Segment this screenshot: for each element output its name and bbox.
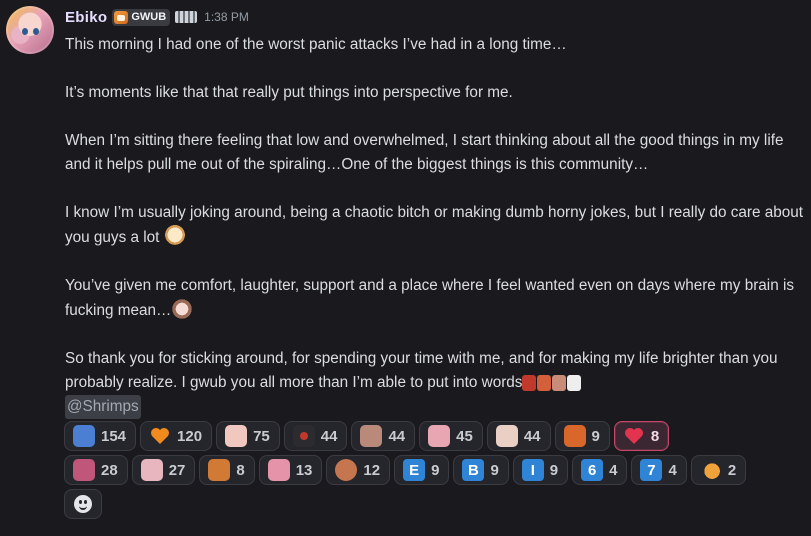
reaction-count: 120 — [177, 427, 203, 445]
user-avatar[interactable] — [6, 6, 54, 54]
sparkle-emote-icon[interactable] — [537, 375, 552, 391]
message-timestamp[interactable]: 1:38 PM — [204, 10, 249, 24]
add-reaction-button[interactable] — [64, 489, 102, 519]
reaction-button-active[interactable]: 8 — [613, 421, 670, 451]
reaction-button[interactable]: 12 — [326, 455, 391, 485]
reaction-button[interactable]: B9 — [453, 455, 509, 485]
message-header: Ebiko GWUB 1:38 PM — [65, 8, 249, 26]
heart-hug-emote-icon — [73, 459, 95, 481]
reaction-count: 2 — [727, 461, 737, 479]
reaction-count: 45 — [456, 427, 473, 445]
reaction-button[interactable]: I9 — [512, 455, 569, 485]
reaction-button[interactable]: 44 — [283, 421, 348, 451]
hug-emoji-icon — [73, 425, 95, 447]
reactions-row — [64, 489, 804, 519]
reaction-count: 9 — [591, 427, 600, 445]
message-paragraph: It’s moments like that that really put t… — [65, 84, 513, 101]
reaction-button[interactable]: 154 — [64, 421, 137, 451]
orange-heart-icon — [149, 425, 171, 447]
reaction-count: 9 — [490, 461, 499, 479]
reaction-count: 44 — [320, 427, 338, 445]
server-tag-label: GWUB — [131, 11, 167, 23]
chibi-emote-icon[interactable] — [552, 375, 567, 391]
reaction-button[interactable]: 28 — [64, 455, 128, 485]
crying-face-emote-icon[interactable] — [171, 298, 194, 320]
message-content: This morning I had one of the worst pani… — [65, 33, 805, 419]
reaction-count: 9 — [431, 461, 440, 479]
letter-b-icon: B — [462, 459, 485, 481]
reaction-button[interactable]: 8 — [199, 455, 255, 485]
avatar-eye — [22, 28, 28, 35]
reaction-button[interactable]: E9 — [394, 455, 450, 485]
message-paragraph: You’ve given me comfort, laughter, suppo… — [65, 274, 805, 323]
reaction-button[interactable]: 74 — [631, 455, 687, 485]
anime-face-emote-icon — [225, 425, 248, 447]
chibi-emote-icon[interactable] — [567, 375, 582, 391]
message-paragraph: When I’m sitting there feeling that low … — [65, 132, 784, 173]
reaction-count: 154 — [101, 427, 127, 445]
username[interactable]: Ebiko — [65, 9, 107, 26]
reactions-row: 28 27 8 13 12 E9 B9 I9 64 74 2 — [64, 455, 804, 485]
red-heart-icon — [623, 425, 645, 447]
reaction-count: 8 — [650, 427, 660, 445]
cookie-face-emote-icon — [335, 459, 358, 481]
cat-girl-emote-icon — [140, 459, 163, 481]
number-7-icon: 7 — [640, 459, 663, 481]
reaction-button[interactable]: 13 — [258, 455, 323, 485]
message-paragraph: So thank you for sticking around, for sp… — [65, 347, 805, 419]
chibi-emote-icon — [360, 425, 383, 447]
reaction-count: 44 — [388, 427, 406, 445]
profile-badge-icon[interactable] — [175, 11, 198, 23]
shrimp-emote-icon — [699, 459, 722, 481]
number-6-icon: 6 — [581, 459, 604, 481]
reaction-button[interactable]: 27 — [131, 455, 196, 485]
reaction-button[interactable]: 64 — [572, 455, 628, 485]
avatar-eye — [33, 28, 39, 35]
reaction-count: 12 — [363, 461, 381, 479]
user-mention[interactable]: @Shrimps — [65, 395, 141, 419]
reaction-button[interactable]: 9 — [554, 421, 610, 451]
smiley-icon — [74, 495, 92, 513]
reaction-count: 27 — [168, 461, 186, 479]
reaction-count: 4 — [668, 461, 677, 479]
reaction-button[interactable]: 2 — [690, 455, 747, 485]
pink-cat-emote-icon — [267, 459, 290, 481]
reaction-button[interactable]: 44 — [351, 421, 416, 451]
sparkle-emote-icon — [292, 425, 315, 447]
reaction-count: 8 — [236, 461, 245, 479]
letter-e-icon: E — [403, 459, 426, 481]
reaction-count: 28 — [101, 461, 118, 479]
emote-cluster — [522, 375, 582, 391]
reaction-button[interactable]: 45 — [419, 421, 483, 451]
reaction-count: 9 — [549, 461, 559, 479]
tiger-emote-icon — [563, 425, 586, 447]
reaction-button[interactable]: 75 — [216, 421, 280, 451]
pink-hair-emote-icon — [428, 425, 451, 447]
reaction-count: 75 — [253, 427, 270, 445]
message-paragraph: I know I’m usually joking around, being … — [65, 201, 805, 250]
cat-emote-icon[interactable] — [163, 225, 186, 247]
server-tag[interactable]: GWUB — [112, 8, 171, 26]
reactions-row: 154 120 75 44 44 45 44 9 8 — [64, 421, 804, 451]
message-paragraph-text: So thank you for sticking around, for sp… — [65, 350, 778, 391]
fox-emote-icon — [208, 459, 231, 481]
blush-face-emote-icon — [495, 425, 518, 447]
reaction-count: 4 — [609, 461, 618, 479]
reaction-button[interactable]: 120 — [140, 421, 213, 451]
reaction-button[interactable]: 44 — [486, 421, 551, 451]
message-paragraph: This morning I had one of the worst pani… — [65, 36, 567, 53]
letter-i-icon: I — [521, 459, 544, 481]
fox-icon — [114, 10, 129, 24]
reactions-bar: 154 120 75 44 44 45 44 9 8 28 27 8 13 12… — [64, 421, 804, 523]
smiley-mouth — [79, 504, 87, 510]
sparkle-emote-icon[interactable] — [522, 375, 537, 391]
reaction-count: 44 — [523, 427, 541, 445]
reaction-count: 13 — [295, 461, 313, 479]
